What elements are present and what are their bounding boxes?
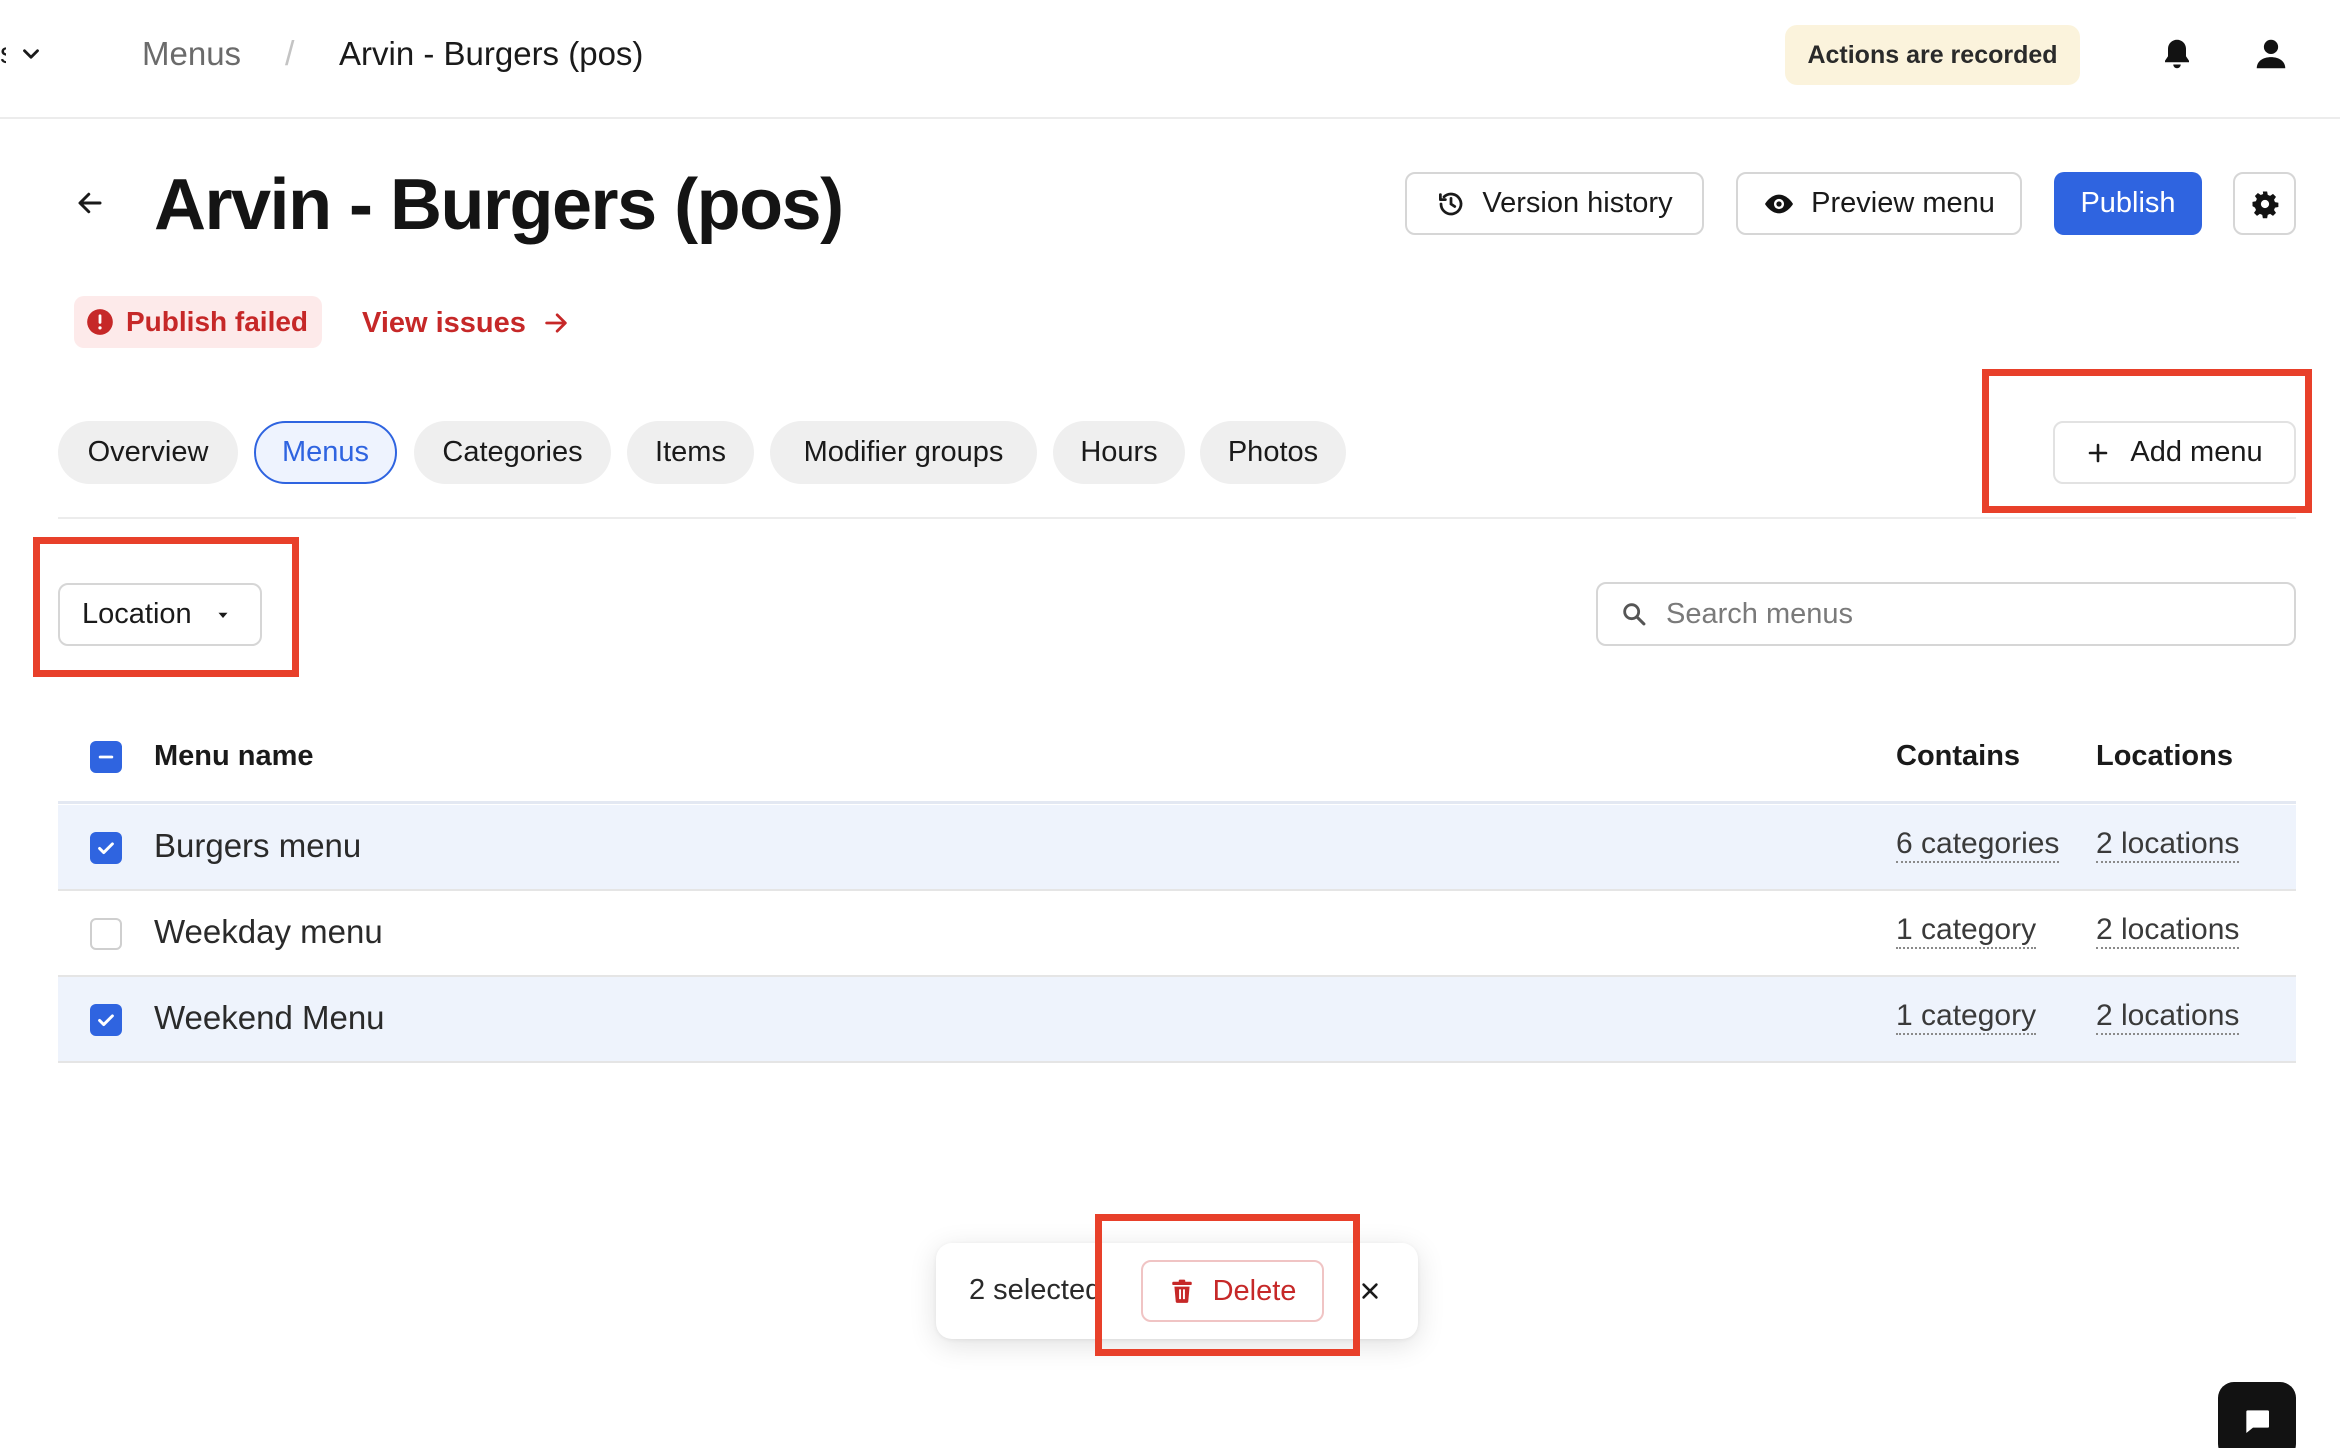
error-icon <box>87 309 113 335</box>
locations-link[interactable]: 2 locations <box>2096 827 2240 863</box>
history-icon <box>1439 192 1463 215</box>
arrow-left-icon <box>78 192 102 214</box>
highlight-delete-button <box>1095 1214 1360 1356</box>
tab-hours[interactable]: Hours <box>1053 421 1185 484</box>
breadcrumb-menus[interactable]: Menus <box>142 30 241 78</box>
chevron-down-icon <box>23 49 39 59</box>
table-row[interactable]: Weekend Menu 1 category 2 locations <box>58 977 2296 1063</box>
check-icon <box>98 1014 114 1027</box>
chat-icon <box>2246 1410 2269 1433</box>
publish-status-label: Publish failed <box>126 306 309 337</box>
tab-categories[interactable]: Categories <box>414 421 611 484</box>
user-icon <box>2256 39 2286 69</box>
select-all-checkbox[interactable] <box>90 741 122 773</box>
breadcrumb-separator: / <box>285 34 295 73</box>
settings-button[interactable] <box>2233 172 2296 235</box>
contains-link[interactable]: 1 category <box>1896 999 2037 1035</box>
search-menus-input[interactable] <box>1666 597 2266 631</box>
back-button[interactable] <box>70 183 110 223</box>
selected-count: 2 selected <box>969 1274 1102 1306</box>
tab-photos[interactable]: Photos <box>1200 421 1346 484</box>
version-history-button[interactable]: Version history <box>1405 172 1704 235</box>
chat-button[interactable] <box>2218 1382 2296 1448</box>
notifications-button[interactable] <box>2155 32 2199 76</box>
tab-overview[interactable]: Overview <box>58 421 238 484</box>
breadcrumb-current: Arvin - Burgers (pos) <box>339 35 644 72</box>
version-history-label: Version history <box>1482 187 1673 219</box>
table-row[interactable]: Weekday menu 1 category 2 locations <box>58 891 2296 977</box>
publish-status-badge: Publish failed <box>74 296 322 348</box>
bell-icon <box>2165 39 2189 69</box>
top-bar: s Menus / Arvin - Burgers (pos) Actions … <box>0 0 2340 119</box>
row-checkbox[interactable] <box>90 918 122 950</box>
tabs-divider <box>58 517 2296 519</box>
arrow-right-icon <box>545 313 567 333</box>
check-icon <box>98 842 114 855</box>
highlight-add-menu <box>1982 369 2312 513</box>
publish-button[interactable]: Publish <box>2054 172 2202 235</box>
menu-name[interactable]: Burgers menu <box>154 827 361 865</box>
eye-icon <box>1765 194 1794 213</box>
tab-menus[interactable]: Menus <box>254 421 397 484</box>
table-header: Menu name Contains Locations <box>58 726 2296 804</box>
contains-link[interactable]: 1 category <box>1896 913 2037 949</box>
account-button[interactable] <box>2249 32 2293 76</box>
menu-name[interactable]: Weekday menu <box>154 913 383 951</box>
search-menus-field[interactable] <box>1596 582 2296 646</box>
table-row[interactable]: Burgers menu 6 categories 2 locations <box>58 805 2296 891</box>
highlight-location-filter <box>33 537 299 677</box>
row-checkbox[interactable] <box>90 832 122 864</box>
column-header-menu-name: Menu name <box>154 740 314 772</box>
locations-link[interactable]: 2 locations <box>2096 999 2240 1035</box>
locations-link[interactable]: 2 locations <box>2096 913 2240 949</box>
org-switcher-label: s <box>0 37 6 71</box>
contains-link[interactable]: 6 categories <box>1896 827 2060 863</box>
row-checkbox[interactable] <box>90 1004 122 1036</box>
view-issues-label: View issues <box>362 306 526 339</box>
view-issues-link[interactable]: View issues <box>362 300 570 346</box>
close-icon <box>1362 1283 1378 1299</box>
page-title: Arvin - Burgers (pos) <box>154 165 844 245</box>
tab-modifier-groups[interactable]: Modifier groups <box>770 421 1037 484</box>
tab-items[interactable]: Items <box>627 421 754 484</box>
minus-icon <box>98 755 114 759</box>
search-icon <box>1623 603 1646 626</box>
recorded-badge: Actions are recorded <box>1785 25 2080 85</box>
menu-name[interactable]: Weekend Menu <box>154 999 385 1037</box>
preview-menu-label: Preview menu <box>1811 187 1995 219</box>
column-header-contains: Contains <box>1896 740 2021 772</box>
gear-icon <box>2252 191 2278 218</box>
column-header-locations: Locations <box>2096 740 2233 772</box>
org-switcher[interactable]: s <box>0 34 44 74</box>
preview-menu-button[interactable]: Preview menu <box>1736 172 2022 235</box>
